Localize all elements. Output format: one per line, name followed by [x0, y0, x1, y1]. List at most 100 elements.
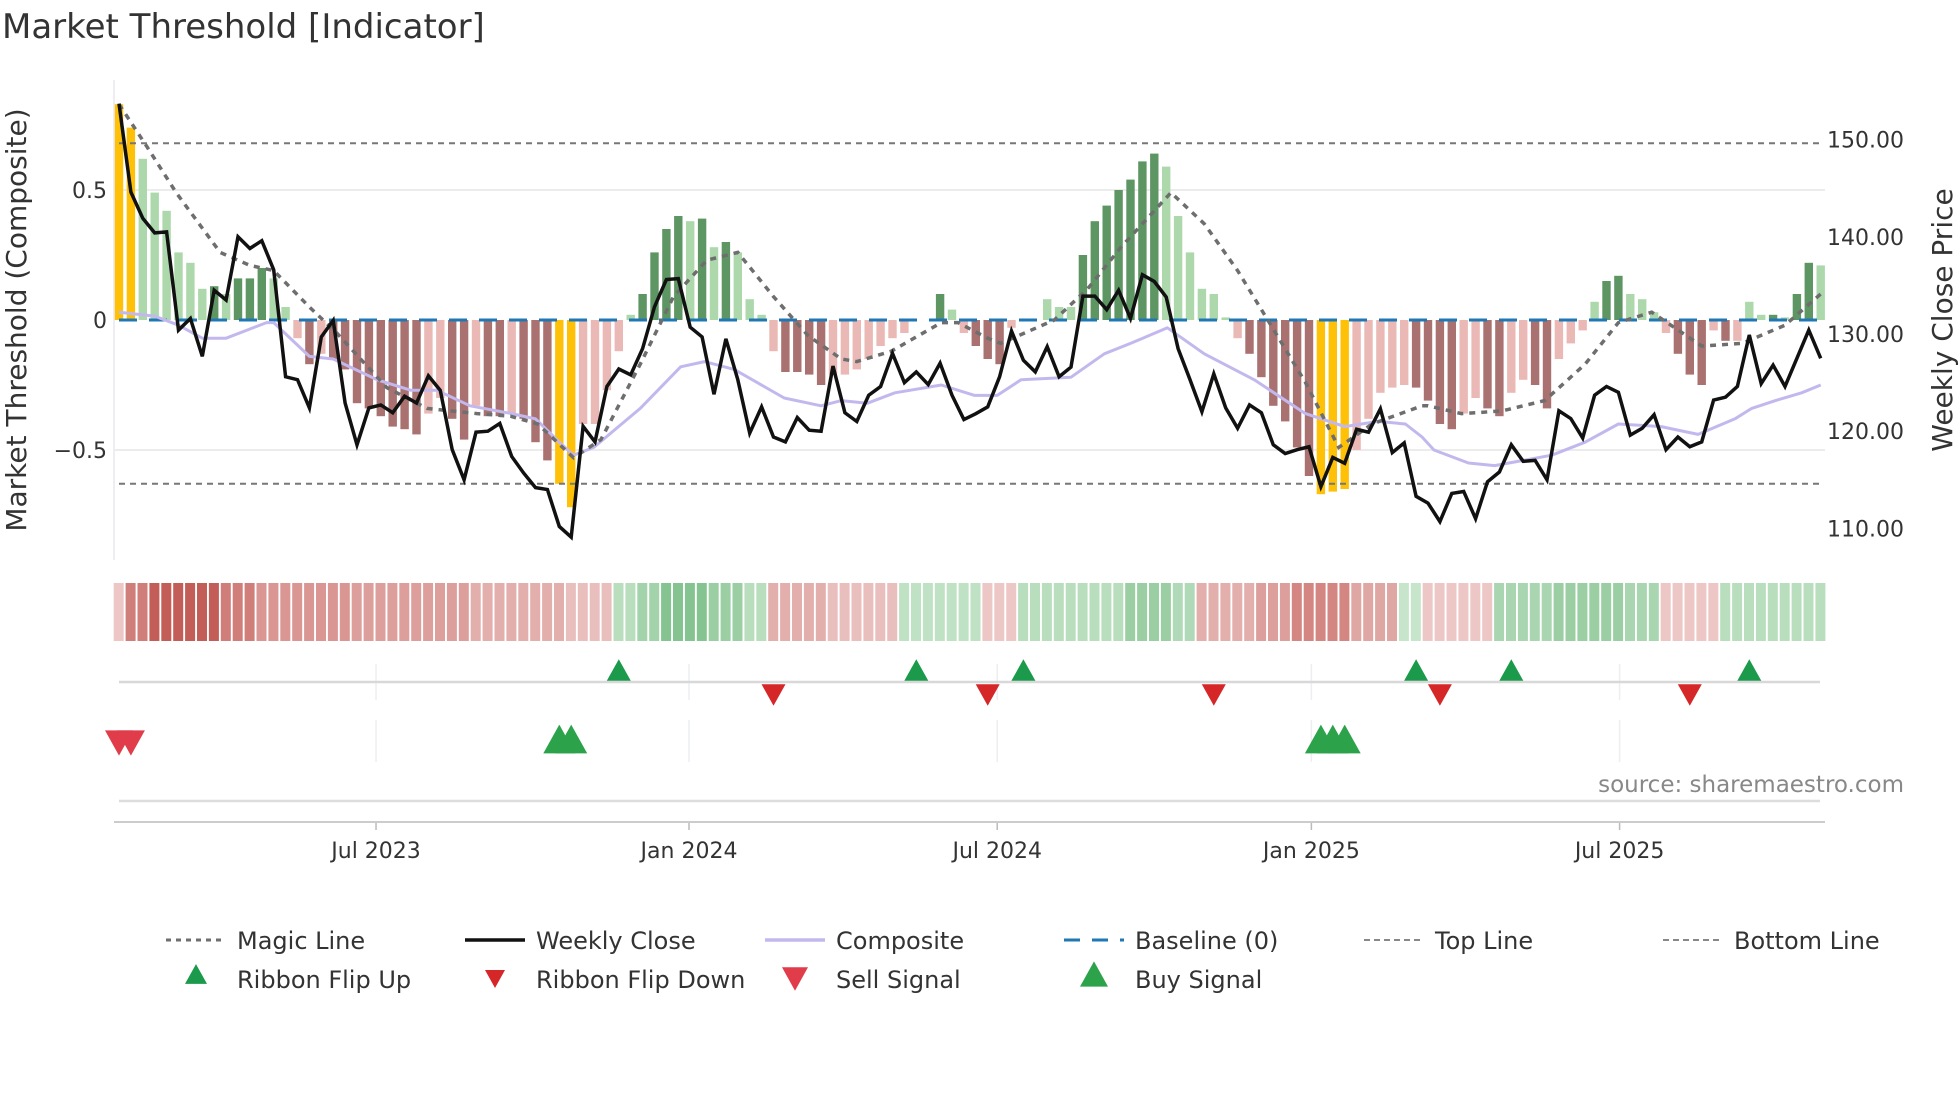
- ribbon-cell: [982, 583, 993, 641]
- ribbon-cell: [1601, 583, 1612, 641]
- market-threshold-chart: Market Threshold [Indicator] 0.5 0 −0.5 150…: [0, 7, 1959, 994]
- ribbon-cell: [268, 583, 279, 641]
- composite-bar: [1673, 320, 1683, 354]
- ribbon-cell: [554, 583, 564, 641]
- ribbon-cell: [1351, 583, 1362, 641]
- composite-bar: [1423, 320, 1433, 401]
- ribbon-cell: [208, 583, 219, 641]
- ribbon-cell: [113, 583, 124, 641]
- ribbon-cell: [601, 583, 612, 641]
- ribbon-flip-down-marker: [1201, 684, 1226, 706]
- ribbon-flip-down-marker: [1427, 684, 1452, 706]
- composite-bar: [733, 252, 742, 320]
- ribbon-cell: [839, 583, 850, 641]
- legend-label: Bottom Line: [1734, 927, 1880, 955]
- composite-bar: [816, 320, 826, 385]
- ribbon-cell: [768, 583, 779, 641]
- ribbon-cell: [1577, 583, 1588, 641]
- ribbon-cell: [1625, 583, 1635, 641]
- composite-bar: [459, 320, 469, 440]
- ribbon-cell: [173, 583, 184, 641]
- ribbon-cell: [1613, 583, 1624, 641]
- ribbon-cell: [1815, 583, 1826, 641]
- ribbon-cell: [994, 583, 1005, 641]
- ribbon-cell: [1434, 583, 1445, 641]
- composite-bar: [805, 320, 814, 375]
- composite-bar: [1590, 301, 1599, 320]
- composite-bar: [697, 218, 707, 320]
- ribbon-cell: [1779, 583, 1790, 641]
- ribbon-cell: [446, 583, 457, 641]
- ribbon-cell: [470, 583, 481, 641]
- composite-bar: [1043, 299, 1052, 320]
- ribbon-cell: [1732, 583, 1743, 641]
- ribbon-cell: [899, 583, 910, 641]
- composite-bar: [1614, 275, 1623, 320]
- ribbon-cell: [661, 583, 672, 641]
- composite-bar: [1447, 320, 1456, 430]
- ribbon-cell: [684, 583, 695, 641]
- composite-bar: [567, 320, 576, 508]
- legend-label: Buy Signal: [1135, 966, 1262, 994]
- composite-bar: [900, 320, 909, 333]
- ribbon-cell: [1268, 583, 1278, 641]
- composite-bar: [614, 320, 623, 352]
- x-tick-label: Jan 2024: [639, 839, 738, 864]
- ribbon-cell: [1482, 583, 1493, 641]
- ribbon-cell: [304, 583, 315, 641]
- composite-bar: [424, 320, 433, 414]
- ribbon-cell: [1387, 583, 1397, 641]
- ribbon-cell: [232, 583, 243, 641]
- composite-bar: [1257, 320, 1266, 378]
- ribbon-cell: [1053, 583, 1064, 641]
- legend-label: Ribbon Flip Up: [237, 966, 411, 994]
- legend-swatch-sell: [782, 967, 808, 991]
- ribbon-cell: [1636, 583, 1647, 641]
- left-tick-label: 0: [93, 309, 107, 334]
- source-credit: source: sharemaestro.com: [1598, 772, 1904, 798]
- legend-label: Magic Line: [237, 927, 365, 955]
- legend-item-top: Top Line: [1364, 927, 1533, 955]
- ribbon-cell: [1708, 583, 1719, 641]
- ribbon-cell: [435, 583, 445, 641]
- ribbon-cell: [137, 583, 148, 641]
- ribbon-cell: [220, 583, 231, 641]
- ribbon-cell: [1172, 583, 1183, 641]
- ribbon-cell: [803, 583, 814, 641]
- composite-bar: [1578, 320, 1587, 331]
- ribbon-cell: [958, 583, 969, 641]
- composite-bar: [793, 320, 802, 372]
- ribbon-flip-up-marker: [606, 659, 631, 681]
- ribbon-cell: [1137, 583, 1148, 641]
- ribbon-cell: [1767, 583, 1778, 641]
- ribbon-cell: [815, 583, 826, 641]
- composite-bar: [674, 216, 683, 320]
- composite-bar: [245, 278, 255, 320]
- x-tick-label: Jul 2024: [950, 839, 1042, 864]
- ribbon-cell: [1184, 583, 1195, 641]
- right-tick-label: 150.00: [1827, 129, 1904, 154]
- ribbon-cell: [1720, 583, 1731, 641]
- right-tick-label: 120.00: [1827, 420, 1904, 445]
- ribbon-cell: [1410, 583, 1421, 641]
- composite-bar: [483, 320, 493, 417]
- ribbon-cell: [1696, 583, 1707, 641]
- legend-label: Sell Signal: [836, 966, 961, 994]
- composite-bar: [126, 127, 136, 320]
- legend-item-flip_up: Ribbon Flip Up: [185, 964, 411, 994]
- ribbon-cell: [327, 583, 338, 641]
- composite-bar: [638, 294, 647, 320]
- ribbon-cell: [863, 583, 874, 641]
- ribbon-cell: [411, 583, 422, 641]
- ribbon-cell: [1803, 583, 1814, 641]
- ribbon-strip: [113, 583, 1826, 641]
- composite-bar: [555, 320, 564, 484]
- legend-swatch-buy: [1080, 961, 1108, 987]
- composite-bar: [1602, 281, 1611, 320]
- left-tick-label: 0.5: [72, 179, 107, 204]
- ribbon-cell: [244, 583, 255, 641]
- ribbon-cell: [542, 583, 553, 641]
- x-tick-label: Jul 2023: [329, 839, 421, 864]
- legend-label: Weekly Close: [536, 927, 696, 955]
- composite-bar: [1507, 320, 1516, 393]
